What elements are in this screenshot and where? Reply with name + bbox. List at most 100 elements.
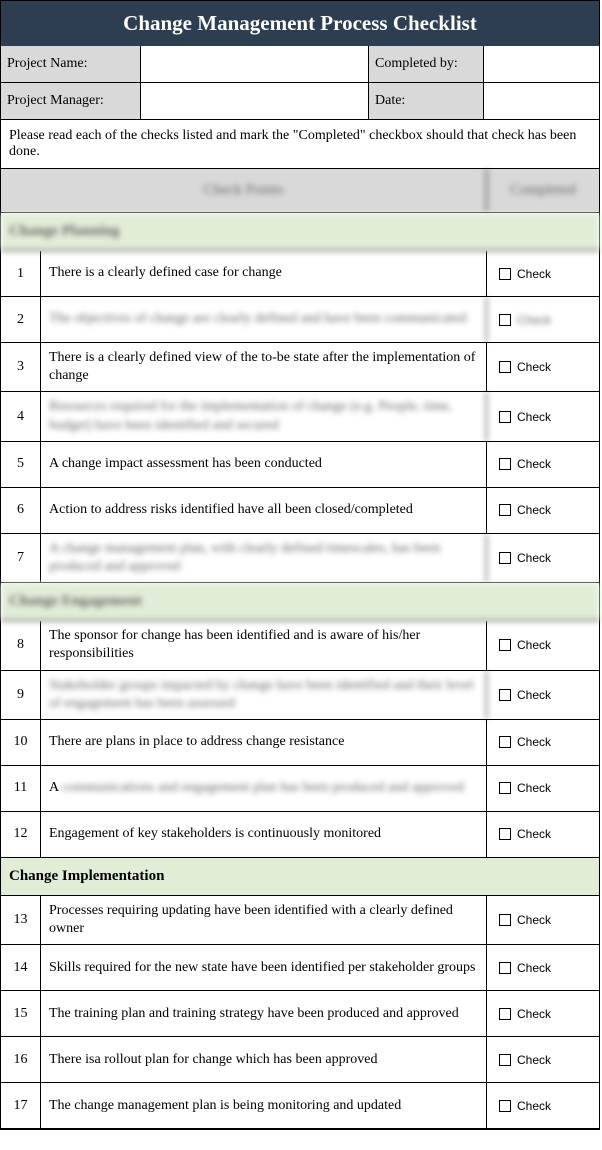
info-row-1: Project Name: Completed by: — [1, 46, 599, 83]
row-text: A change impact assessment has been cond… — [41, 442, 487, 487]
column-header-completed: Completed — [487, 169, 599, 212]
check-cell[interactable]: Check — [487, 251, 599, 296]
checklist-row: 3There is a clearly defined view of the … — [1, 343, 599, 392]
completed-by-label: Completed by: — [369, 46, 484, 82]
checklist-row: 8The sponsor for change has been identif… — [1, 621, 599, 670]
check-cell[interactable]: Check — [487, 488, 599, 533]
checklist-row: 2The objectives of change are clearly de… — [1, 297, 599, 343]
row-text: The training plan and training strategy … — [41, 991, 487, 1036]
project-manager-label: Project Manager: — [1, 83, 141, 119]
check-label: Check — [517, 1099, 551, 1113]
row-text: Action to address risks identified have … — [41, 488, 487, 533]
checkbox-icon[interactable] — [499, 314, 511, 326]
check-cell[interactable]: Check — [487, 945, 599, 990]
checkbox-icon[interactable] — [499, 504, 511, 516]
column-headers: Check Points Completed — [1, 169, 599, 213]
checkbox-icon[interactable] — [499, 828, 511, 840]
section-header: Change Planning — [1, 213, 599, 251]
check-label: Check — [517, 961, 551, 975]
check-cell[interactable]: Check — [487, 766, 599, 811]
checkbox-icon[interactable] — [499, 411, 511, 423]
row-text: There isa rollout plan for change which … — [41, 1037, 487, 1082]
checkbox-icon[interactable] — [499, 736, 511, 748]
check-label: Check — [517, 735, 551, 749]
check-label: Check — [517, 1007, 551, 1021]
row-text: The change management plan is being moni… — [41, 1083, 487, 1128]
row-number: 15 — [1, 991, 41, 1036]
check-cell[interactable]: Check — [487, 297, 599, 342]
checklist-row: 13Processes requiring updating have been… — [1, 896, 599, 945]
check-cell[interactable]: Check — [487, 392, 599, 440]
check-cell[interactable]: Check — [487, 621, 599, 669]
checklist-row: 14Skills required for the new state have… — [1, 945, 599, 991]
checklist-row: 7A change management plan, with clearly … — [1, 534, 599, 583]
completed-by-field[interactable] — [484, 46, 599, 82]
checkbox-icon[interactable] — [499, 1054, 511, 1066]
check-label: Check — [517, 638, 551, 652]
checklist-row: 11A communications and engagement plan h… — [1, 766, 599, 812]
project-name-label: Project Name: — [1, 46, 141, 82]
checklist-row: 1There is a clearly defined case for cha… — [1, 251, 599, 297]
checklist-row: 10There are plans in place to address ch… — [1, 720, 599, 766]
check-cell[interactable]: Check — [487, 534, 599, 582]
check-label: Check — [517, 551, 551, 565]
checklist-row: 4Resources required for the implementati… — [1, 392, 599, 441]
row-text: A communications and engagement plan has… — [41, 766, 487, 811]
row-number: 5 — [1, 442, 41, 487]
check-cell[interactable]: Check — [487, 1037, 599, 1082]
row-number: 7 — [1, 534, 41, 582]
checkbox-icon[interactable] — [499, 639, 511, 651]
column-header-checkpoints: Check Points — [1, 169, 487, 212]
checkbox-icon[interactable] — [499, 361, 511, 373]
row-text: There is a clearly defined view of the t… — [41, 343, 487, 391]
check-label: Check — [517, 410, 551, 424]
check-label: Check — [517, 457, 551, 471]
check-cell[interactable]: Check — [487, 343, 599, 391]
row-number: 17 — [1, 1083, 41, 1128]
row-number: 2 — [1, 297, 41, 342]
checkbox-icon[interactable] — [499, 782, 511, 794]
row-number: 3 — [1, 343, 41, 391]
row-number: 12 — [1, 812, 41, 857]
check-label: Check — [517, 827, 551, 841]
check-label: Check — [517, 313, 551, 327]
row-text: A change management plan, with clearly d… — [41, 534, 487, 582]
checkbox-icon[interactable] — [499, 268, 511, 280]
check-label: Check — [517, 781, 551, 795]
checkbox-icon[interactable] — [499, 458, 511, 470]
row-text: Resources required for the implementatio… — [41, 392, 487, 440]
check-label: Check — [517, 913, 551, 927]
check-cell[interactable]: Check — [487, 671, 599, 719]
checklist-row: 16There isa rollout plan for change whic… — [1, 1037, 599, 1083]
row-text: There is a clearly defined case for chan… — [41, 251, 487, 296]
check-label: Check — [517, 503, 551, 517]
row-number: 16 — [1, 1037, 41, 1082]
checklist-row: 12Engagement of key stakeholders is cont… — [1, 812, 599, 858]
checkbox-icon[interactable] — [499, 914, 511, 926]
section-header: Change Engagement — [1, 583, 599, 621]
row-number: 14 — [1, 945, 41, 990]
checkbox-icon[interactable] — [499, 962, 511, 974]
row-text: There are plans in place to address chan… — [41, 720, 487, 765]
row-number: 9 — [1, 671, 41, 719]
checklist-row: 6Action to address risks identified have… — [1, 488, 599, 534]
checkbox-icon[interactable] — [499, 1008, 511, 1020]
check-cell[interactable]: Check — [487, 991, 599, 1036]
checkbox-icon[interactable] — [499, 1100, 511, 1112]
date-field[interactable] — [484, 83, 599, 119]
project-name-field[interactable] — [141, 46, 369, 82]
check-label: Check — [517, 360, 551, 374]
project-manager-field[interactable] — [141, 83, 369, 119]
checkbox-icon[interactable] — [499, 552, 511, 564]
checklist-row: 5A change impact assessment has been con… — [1, 442, 599, 488]
check-cell[interactable]: Check — [487, 720, 599, 765]
checkbox-icon[interactable] — [499, 689, 511, 701]
check-cell[interactable]: Check — [487, 896, 599, 944]
check-cell[interactable]: Check — [487, 1083, 599, 1128]
row-text: The sponsor for change has been identifi… — [41, 621, 487, 669]
instructions-text: Please read each of the checks listed an… — [1, 120, 599, 169]
check-cell[interactable]: Check — [487, 812, 599, 857]
row-text: Processes requiring updating have been i… — [41, 896, 487, 944]
check-cell[interactable]: Check — [487, 442, 599, 487]
row-number: 4 — [1, 392, 41, 440]
